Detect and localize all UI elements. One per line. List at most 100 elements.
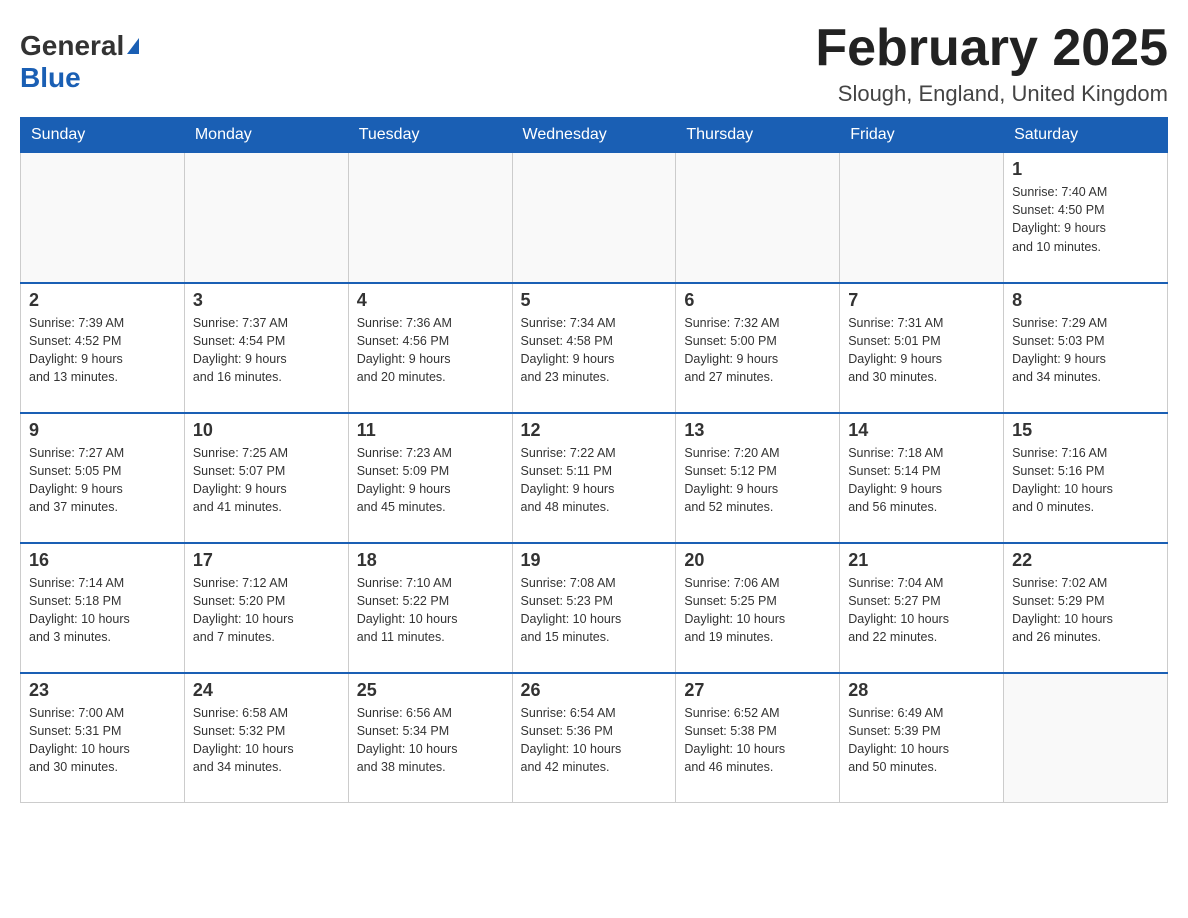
calendar-cell: 2Sunrise: 7:39 AM Sunset: 4:52 PM Daylig… [21, 283, 185, 413]
calendar-week-row: 2Sunrise: 7:39 AM Sunset: 4:52 PM Daylig… [21, 283, 1168, 413]
calendar-header-thursday: Thursday [676, 118, 840, 153]
day-info: Sunrise: 7:06 AM Sunset: 5:25 PM Dayligh… [684, 574, 831, 647]
day-info: Sunrise: 7:08 AM Sunset: 5:23 PM Dayligh… [521, 574, 668, 647]
calendar-cell: 21 Sunrise: 7:04 AM Sunset: 5:27 PM Dayli… [840, 543, 1004, 673]
calendar-cell [512, 153, 676, 283]
calendar-header-friday: Friday [840, 118, 1004, 153]
day-number: 4 [357, 290, 504, 311]
day-info: Sunrise: 7:34 AM Sunset: 4:58 PM Dayligh… [521, 314, 668, 387]
day-info: Sunrise: 7:04 AM Sunset: 5:27 PM Dayligh… [848, 574, 995, 647]
day-info: Sunrise: 7:25 AM Sunset: 5:07 PM Dayligh… [193, 444, 340, 517]
calendar-cell: 9 Sunrise: 7:27 AM Sunset: 5:05 PM Daylig… [21, 413, 185, 543]
day-info: Sunrise: 7:32 AM Sunset: 5:00 PM Dayligh… [684, 314, 831, 387]
calendar-table: SundayMondayTuesdayWednesdayThursdayFrid… [20, 117, 1168, 803]
day-info: Sunrise: 7:00 AM Sunset: 5:31 PM Dayligh… [29, 704, 176, 777]
day-number: 28 [848, 680, 995, 701]
calendar-cell: 10Sunrise: 7:25 AM Sunset: 5:07 PM Dayli… [184, 413, 348, 543]
day-info: Sunrise: 7:23 AM Sunset: 5:09 PM Dayligh… [357, 444, 504, 517]
calendar-cell: 23 Sunrise: 7:00 AM Sunset: 5:31 PM Dayli… [21, 673, 185, 803]
day-info: Sunrise: 6:58 AM Sunset: 5:32 PM Dayligh… [193, 704, 340, 777]
location-text: Slough, England, United Kingdom [815, 81, 1168, 107]
day-number: 13 [684, 420, 831, 441]
calendar-header-row: SundayMondayTuesdayWednesdayThursdayFrid… [21, 118, 1168, 153]
calendar-cell: 13 Sunrise: 7:20 AM Sunset: 5:12 PM Dayli… [676, 413, 840, 543]
day-info: Sunrise: 7:16 AM Sunset: 5:16 PM Dayligh… [1012, 444, 1159, 517]
calendar-week-row: 9 Sunrise: 7:27 AM Sunset: 5:05 PM Daylig… [21, 413, 1168, 543]
day-number: 11 [357, 420, 504, 441]
logo-blue-text: Blue [20, 62, 81, 93]
calendar-cell: 3 Sunrise: 7:37 AM Sunset: 4:54 PM Daylig… [184, 283, 348, 413]
calendar-cell: 19 Sunrise: 7:08 AM Sunset: 5:23 PM Dayli… [512, 543, 676, 673]
logo-triangle-icon [127, 38, 139, 54]
calendar-cell: 7 Sunrise: 7:31 AM Sunset: 5:01 PM Daylig… [840, 283, 1004, 413]
day-info: Sunrise: 7:27 AM Sunset: 5:05 PM Dayligh… [29, 444, 176, 517]
calendar-cell: 15 Sunrise: 7:16 AM Sunset: 5:16 PM Dayli… [1004, 413, 1168, 543]
calendar-cell [676, 153, 840, 283]
day-info: Sunrise: 7:12 AM Sunset: 5:20 PM Dayligh… [193, 574, 340, 647]
day-info: Sunrise: 7:02 AM Sunset: 5:29 PM Dayligh… [1012, 574, 1159, 647]
day-number: 18 [357, 550, 504, 571]
day-number: 24 [193, 680, 340, 701]
day-number: 23 [29, 680, 176, 701]
calendar-cell: 25 Sunrise: 6:56 AM Sunset: 5:34 PM Dayli… [348, 673, 512, 803]
day-number: 8 [1012, 290, 1159, 311]
calendar-cell: 8 Sunrise: 7:29 AM Sunset: 5:03 PM Daylig… [1004, 283, 1168, 413]
calendar-cell: 26 Sunrise: 6:54 AM Sunset: 5:36 PM Dayli… [512, 673, 676, 803]
day-number: 26 [521, 680, 668, 701]
logo-general-text: General [20, 30, 124, 62]
day-info: Sunrise: 7:31 AM Sunset: 5:01 PM Dayligh… [848, 314, 995, 387]
day-info: Sunrise: 7:18 AM Sunset: 5:14 PM Dayligh… [848, 444, 995, 517]
day-info: Sunrise: 7:37 AM Sunset: 4:54 PM Dayligh… [193, 314, 340, 387]
day-number: 27 [684, 680, 831, 701]
calendar-cell: 12 Sunrise: 7:22 AM Sunset: 5:11 PM Dayli… [512, 413, 676, 543]
calendar-cell [348, 153, 512, 283]
day-number: 3 [193, 290, 340, 311]
calendar-header-monday: Monday [184, 118, 348, 153]
day-number: 1 [1012, 159, 1159, 180]
calendar-header-tuesday: Tuesday [348, 118, 512, 153]
day-number: 5 [521, 290, 668, 311]
calendar-cell: 27 Sunrise: 6:52 AM Sunset: 5:38 PM Dayli… [676, 673, 840, 803]
calendar-cell: 24 Sunrise: 6:58 AM Sunset: 5:32 PM Dayli… [184, 673, 348, 803]
day-number: 19 [521, 550, 668, 571]
day-number: 21 [848, 550, 995, 571]
day-info: Sunrise: 6:52 AM Sunset: 5:38 PM Dayligh… [684, 704, 831, 777]
day-number: 15 [1012, 420, 1159, 441]
day-number: 9 [29, 420, 176, 441]
calendar-cell: 18 Sunrise: 7:10 AM Sunset: 5:22 PM Dayli… [348, 543, 512, 673]
day-number: 7 [848, 290, 995, 311]
day-info: Sunrise: 6:49 AM Sunset: 5:39 PM Dayligh… [848, 704, 995, 777]
calendar-cell [21, 153, 185, 283]
calendar-header-saturday: Saturday [1004, 118, 1168, 153]
calendar-week-row: 23 Sunrise: 7:00 AM Sunset: 5:31 PM Dayli… [21, 673, 1168, 803]
day-number: 17 [193, 550, 340, 571]
calendar-cell [1004, 673, 1168, 803]
calendar-cell: 5 Sunrise: 7:34 AM Sunset: 4:58 PM Daylig… [512, 283, 676, 413]
calendar-cell: 4 Sunrise: 7:36 AM Sunset: 4:56 PM Daylig… [348, 283, 512, 413]
day-info: Sunrise: 7:29 AM Sunset: 5:03 PM Dayligh… [1012, 314, 1159, 387]
day-number: 20 [684, 550, 831, 571]
day-info: Sunrise: 7:36 AM Sunset: 4:56 PM Dayligh… [357, 314, 504, 387]
day-number: 12 [521, 420, 668, 441]
day-info: Sunrise: 7:14 AM Sunset: 5:18 PM Dayligh… [29, 574, 176, 647]
calendar-cell: 6 Sunrise: 7:32 AM Sunset: 5:00 PM Daylig… [676, 283, 840, 413]
day-info: Sunrise: 7:40 AM Sunset: 4:50 PM Dayligh… [1012, 183, 1159, 256]
day-number: 22 [1012, 550, 1159, 571]
calendar-week-row: 16Sunrise: 7:14 AM Sunset: 5:18 PM Dayli… [21, 543, 1168, 673]
day-info: Sunrise: 6:54 AM Sunset: 5:36 PM Dayligh… [521, 704, 668, 777]
calendar-header-sunday: Sunday [21, 118, 185, 153]
day-info: Sunrise: 7:22 AM Sunset: 5:11 PM Dayligh… [521, 444, 668, 517]
calendar-cell: 20 Sunrise: 7:06 AM Sunset: 5:25 PM Dayli… [676, 543, 840, 673]
logo: General Blue [20, 20, 139, 94]
calendar-cell: 16Sunrise: 7:14 AM Sunset: 5:18 PM Dayli… [21, 543, 185, 673]
day-info: Sunrise: 7:39 AM Sunset: 4:52 PM Dayligh… [29, 314, 176, 387]
calendar-cell [840, 153, 1004, 283]
day-info: Sunrise: 7:20 AM Sunset: 5:12 PM Dayligh… [684, 444, 831, 517]
calendar-cell: 28 Sunrise: 6:49 AM Sunset: 5:39 PM Dayli… [840, 673, 1004, 803]
day-info: Sunrise: 7:10 AM Sunset: 5:22 PM Dayligh… [357, 574, 504, 647]
day-info: Sunrise: 6:56 AM Sunset: 5:34 PM Dayligh… [357, 704, 504, 777]
day-number: 25 [357, 680, 504, 701]
calendar-cell: 1 Sunrise: 7:40 AM Sunset: 4:50 PM Daylig… [1004, 153, 1168, 283]
day-number: 6 [684, 290, 831, 311]
calendar-cell [184, 153, 348, 283]
